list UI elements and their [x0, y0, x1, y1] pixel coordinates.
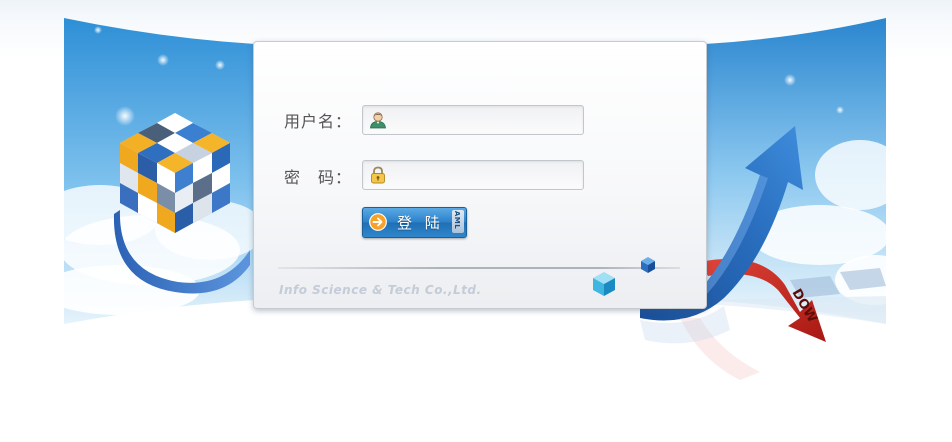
- small-cube-icon: [593, 272, 615, 296]
- username-label: 用户名：: [284, 112, 353, 131]
- panel-divider: [278, 267, 680, 269]
- password-label: 密 码：: [284, 168, 353, 187]
- login-button[interactable]: 登 陆 AML: [362, 207, 467, 238]
- password-field[interactable]: [362, 160, 584, 190]
- login-panel: 用户名： 密 码： 登 陆 AML Info Science & Tech Co…: [253, 41, 707, 309]
- username-field[interactable]: [362, 105, 584, 135]
- company-name: Info Science & Tech Co.,Ltd.: [279, 283, 482, 297]
- arrow-right-circle-icon: [369, 213, 387, 231]
- login-page: DOW 用户名： 密 码： 登 陆 AML Info Science & Tec…: [0, 0, 952, 442]
- tiny-cube-icon: [641, 257, 655, 273]
- username-input[interactable]: [391, 106, 581, 132]
- login-button-tag: AML: [452, 210, 464, 233]
- user-icon: [370, 112, 386, 129]
- login-button-label: 登 陆: [397, 214, 444, 232]
- lock-icon: [371, 166, 385, 184]
- password-input[interactable]: [391, 161, 581, 187]
